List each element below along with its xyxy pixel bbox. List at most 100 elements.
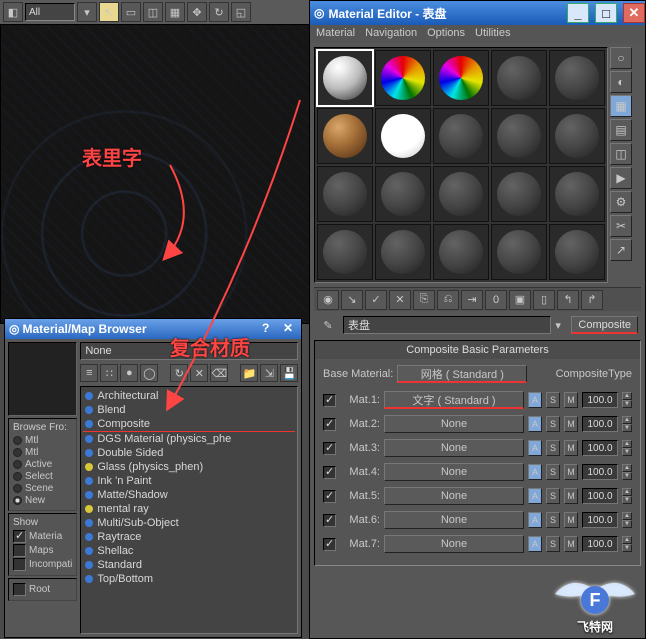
mat-slot-button[interactable]: None	[384, 415, 524, 433]
put-to-scene-icon[interactable]: ↘	[341, 290, 363, 310]
material-slot[interactable]	[549, 108, 605, 164]
assign-to-sel-icon[interactable]: ✓	[365, 290, 387, 310]
save-icon[interactable]: 💾	[280, 364, 298, 382]
mat-enable-check[interactable]	[323, 394, 336, 407]
material-slot[interactable]	[317, 50, 373, 106]
spinner-arrows[interactable]: ▲▼	[622, 464, 632, 480]
material-slot[interactable]	[433, 50, 489, 106]
maximize-button[interactable]: □	[595, 3, 617, 23]
mix-s-button[interactable]: S	[546, 440, 560, 456]
material-slot[interactable]	[375, 50, 431, 106]
merge-icon[interactable]: ⇲	[260, 364, 278, 382]
mat-amount-spinner[interactable]: 100.0	[582, 488, 618, 504]
name-dropdown-icon[interactable]: ▾	[555, 319, 567, 332]
spinner-arrows[interactable]: ▲▼	[622, 440, 632, 456]
mix-m-button[interactable]: M	[564, 440, 578, 456]
mat-slot-button[interactable]: None	[384, 535, 524, 553]
select-arrow-icon[interactable]: ↖	[99, 2, 119, 22]
material-slot[interactable]	[491, 224, 547, 280]
material-slot[interactable]	[375, 108, 431, 164]
make-preview-icon[interactable]: ▶	[610, 167, 632, 189]
material-slot[interactable]	[317, 166, 373, 222]
mix-m-button[interactable]: M	[564, 392, 578, 408]
material-type-button[interactable]: Composite	[571, 316, 638, 334]
mat-enable-check[interactable]	[323, 466, 336, 479]
material-slot[interactable]	[549, 50, 605, 106]
mix-s-button[interactable]: S	[546, 392, 560, 408]
mat-slot-button[interactable]: 文字 ( Standard )	[384, 391, 524, 409]
spinner-arrows[interactable]: ▲▼	[622, 416, 632, 432]
material-list-item[interactable]: Architectural	[83, 389, 295, 403]
mix-s-button[interactable]: S	[546, 464, 560, 480]
view-list-icon[interactable]: ≡	[80, 364, 98, 382]
scale-icon[interactable]: ◱	[231, 2, 251, 22]
menu-material[interactable]: Material	[316, 27, 355, 41]
show-check[interactable]: Materia	[13, 530, 72, 543]
material-list[interactable]: ArchitecturalBlendCompositeDGS Material …	[80, 386, 298, 634]
browse-from-radio[interactable]: New	[13, 495, 72, 506]
material-slot[interactable]	[375, 224, 431, 280]
mat-amount-spinner[interactable]: 100.0	[582, 512, 618, 528]
material-list-item[interactable]: Ink 'n Paint	[83, 474, 295, 488]
browse-from-radio[interactable]: Mtl	[13, 447, 72, 458]
mat-amount-spinner[interactable]: 100.0	[582, 416, 618, 432]
menu-utilities[interactable]: Utilities	[475, 27, 510, 41]
material-slot[interactable]	[549, 166, 605, 222]
open-icon[interactable]: 📁	[240, 364, 258, 382]
get-material-icon[interactable]: ◉	[317, 290, 339, 310]
material-list-item[interactable]: Top/Bottom	[83, 572, 295, 586]
mat-amount-spinner[interactable]: 100.0	[582, 440, 618, 456]
composite-type-label[interactable]: CompositeType	[531, 368, 632, 380]
show-end-icon[interactable]: ▯	[533, 290, 555, 310]
material-list-item[interactable]: DGS Material (physics_phe	[83, 432, 295, 446]
mix-a-button[interactable]: A	[528, 464, 542, 480]
material-list-item[interactable]: Standard	[83, 558, 295, 572]
sample-type-icon[interactable]: ○	[610, 47, 632, 69]
options-icon[interactable]: ⚙	[610, 191, 632, 213]
mix-a-button[interactable]: A	[528, 488, 542, 504]
mix-s-button[interactable]: S	[546, 536, 560, 552]
go-sibling-icon[interactable]: ↱	[581, 290, 603, 310]
video-color-icon[interactable]: ◫	[610, 143, 632, 165]
material-list-item[interactable]: mental ray	[83, 502, 295, 516]
mix-m-button[interactable]: M	[564, 416, 578, 432]
material-slot[interactable]	[375, 166, 431, 222]
material-list-item[interactable]: Multi/Sub-Object	[83, 516, 295, 530]
show-check[interactable]: Incompati	[13, 558, 72, 571]
mix-s-button[interactable]: S	[546, 512, 560, 528]
browser-titlebar[interactable]: ◎ Material/Map Browser ? ✕	[5, 319, 301, 339]
mix-m-button[interactable]: M	[564, 464, 578, 480]
help-button[interactable]: ?	[262, 321, 280, 337]
mat-amount-spinner[interactable]: 100.0	[582, 464, 618, 480]
viewport[interactable]	[0, 24, 310, 324]
menu-navigation[interactable]: Navigation	[365, 27, 417, 41]
base-material-button[interactable]: 网格 ( Standard )	[397, 365, 527, 383]
mat-slot-button[interactable]: None	[384, 487, 524, 505]
material-list-item[interactable]: Double Sided	[83, 446, 295, 460]
selection-filter-combo[interactable]: All	[25, 3, 75, 21]
material-slot[interactable]	[491, 166, 547, 222]
minimize-button[interactable]: _	[567, 3, 589, 23]
make-copy-icon[interactable]: ⎘	[413, 290, 435, 310]
mix-a-button[interactable]: A	[528, 512, 542, 528]
mat-slot-button[interactable]: None	[384, 439, 524, 457]
mix-a-button[interactable]: A	[528, 392, 542, 408]
material-list-item[interactable]: Matte/Shadow	[83, 488, 295, 502]
clear-lib-icon[interactable]: ⌫	[210, 364, 228, 382]
mat-enable-check[interactable]	[323, 538, 336, 551]
pick-icon[interactable]: ▾	[77, 2, 97, 22]
view-large-icon[interactable]: ◯	[140, 364, 158, 382]
close-button[interactable]: ✕	[623, 3, 645, 23]
mat-enable-check[interactable]	[323, 490, 336, 503]
spinner-arrows[interactable]: ▲▼	[622, 392, 632, 408]
material-list-item[interactable]: Composite	[83, 417, 295, 432]
browse-from-radio[interactable]: Active	[13, 459, 72, 470]
mat-amount-spinner[interactable]: 100.0	[582, 392, 618, 408]
mat-map-nav-icon[interactable]: ↗	[610, 239, 632, 261]
spinner-arrows[interactable]: ▲▼	[622, 512, 632, 528]
mat-enable-check[interactable]	[323, 442, 336, 455]
pick-from-object-icon[interactable]: ✎	[317, 316, 339, 334]
browse-from-radio[interactable]: Select	[13, 471, 72, 482]
close-button[interactable]: ✕	[283, 321, 301, 337]
mix-m-button[interactable]: M	[564, 488, 578, 504]
